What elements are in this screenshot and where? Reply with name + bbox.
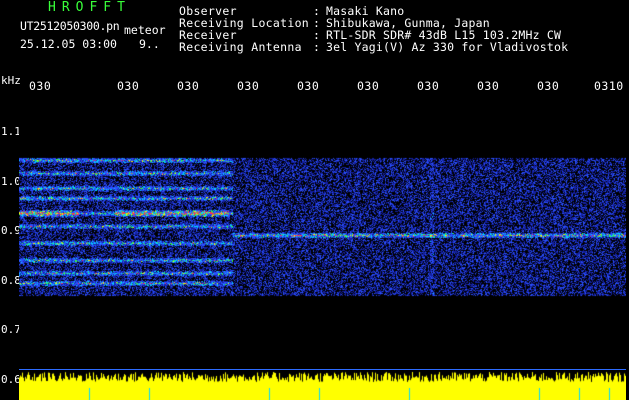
meteor-count: 9.. xyxy=(139,37,160,51)
time-tick: 030 xyxy=(417,79,440,93)
time-tick: 030 xyxy=(237,79,260,93)
separator: : xyxy=(313,40,320,54)
freq-tick: 0.8 xyxy=(1,274,21,287)
time-tick: 0310 xyxy=(594,79,624,93)
file-name: UT2512050300.pn xyxy=(20,19,120,33)
antenna-value: 3el Yagi(V) Az 330 for Vladivostok xyxy=(326,40,569,54)
timestamp: 25.12.05 03:00 xyxy=(20,37,117,51)
time-tick: 030 xyxy=(117,79,140,93)
time-tick: 030 xyxy=(537,79,560,93)
time-tick: 030 xyxy=(357,79,380,93)
freq-tick: 1.1 xyxy=(1,125,21,138)
spectrogram-plot xyxy=(19,98,626,369)
time-tick: 030 xyxy=(177,79,200,93)
spectrogram-window: HROFFT UT2512050300.pn meteor 25.12.05 0… xyxy=(0,0,629,400)
app-title: HROFFT xyxy=(48,0,131,15)
time-tick: 030 xyxy=(29,79,52,93)
freq-tick: 0.7 xyxy=(1,323,21,336)
antenna-label: Receiving Antenna xyxy=(179,40,302,54)
signal-level-chart xyxy=(19,370,626,400)
freq-tick: 0.9 xyxy=(1,224,21,237)
time-tick: 030 xyxy=(477,79,500,93)
freq-tick: 0.6 xyxy=(1,373,21,386)
meteor-tag: meteor xyxy=(124,23,166,37)
frequency-unit-label: kHz xyxy=(1,74,21,87)
time-tick: 030 xyxy=(297,79,320,93)
freq-tick: 1.0 xyxy=(1,175,21,188)
